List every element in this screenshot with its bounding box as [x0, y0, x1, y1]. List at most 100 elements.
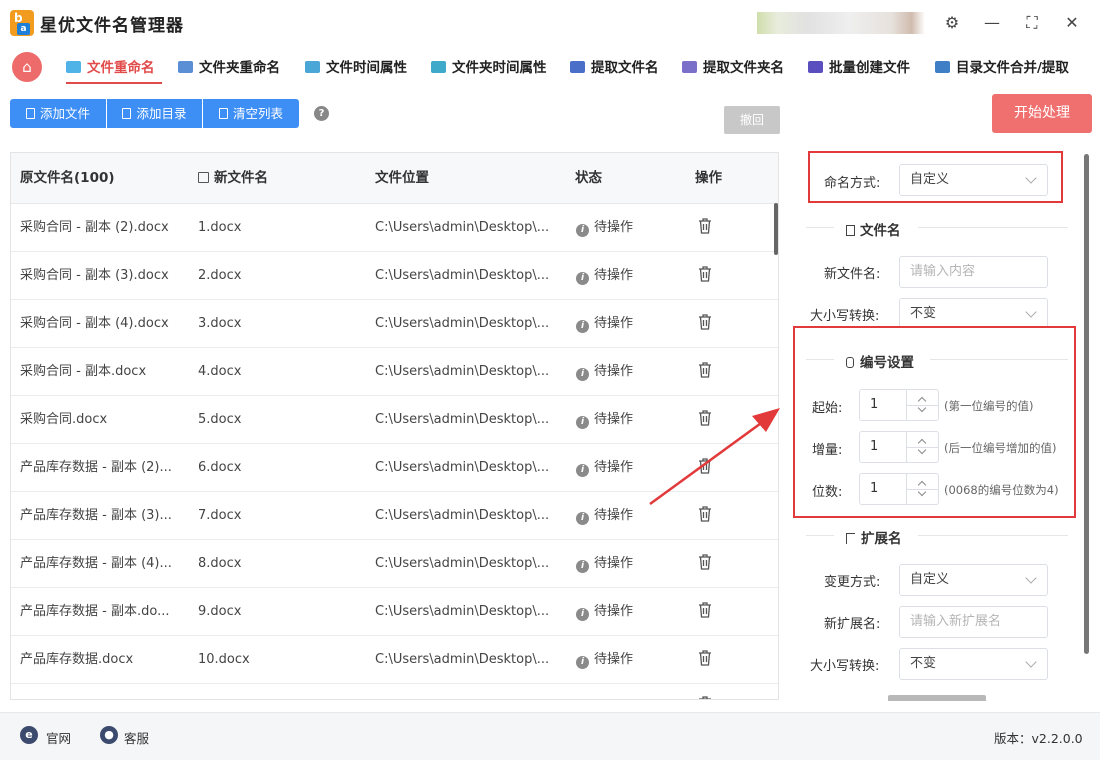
- settings-icon[interactable]: ⚙: [940, 12, 964, 34]
- change-mode-select[interactable]: 自定义: [899, 564, 1048, 596]
- trash-icon[interactable]: [698, 314, 712, 330]
- file-time-icon: [305, 61, 320, 73]
- add-directory-label: 添加目录: [136, 106, 187, 121]
- file-icon: [122, 108, 132, 119]
- tab-label: 文件夹重命名: [199, 60, 280, 76]
- new-filename-input[interactable]: 请输入内容: [899, 256, 1048, 288]
- annotation-arrow-icon: [649, 408, 780, 506]
- tab-folder-time[interactable]: 文件夹时间属性: [431, 56, 547, 76]
- chat-icon[interactable]: ●: [100, 726, 118, 744]
- minimize-icon[interactable]: —: [980, 12, 1004, 34]
- numbering-section-label: 编号设置: [860, 355, 914, 371]
- increment-stepper[interactable]: 1: [859, 431, 939, 463]
- tab-extract-foldername[interactable]: 提取文件夹名: [682, 56, 784, 76]
- table-row[interactable]: 采购合同 - 副本 (4).docx 3.docx C:\Users\admin\D…: [11, 300, 778, 348]
- tab-label: 目录文件合并/提取: [956, 60, 1069, 76]
- status-cell: i 待操作: [576, 204, 676, 252]
- home-button[interactable]: ⌂: [12, 52, 42, 82]
- filename-section-label: 文件名: [860, 223, 901, 239]
- original-name-cell: 采购合同 - 副本 (4).docx: [20, 316, 169, 331]
- col-new-name[interactable]: 新文件名: [198, 153, 268, 204]
- panel-scrollbar[interactable]: [1084, 154, 1089, 654]
- increment-hint: (后一位编号增加的值): [944, 441, 1057, 455]
- tab-file-time[interactable]: 文件时间属性: [305, 56, 407, 76]
- info-icon: i: [576, 512, 589, 525]
- undo-button[interactable]: 撤回: [724, 106, 780, 134]
- stepper-buttons[interactable]: [906, 474, 939, 504]
- info-icon: i: [576, 608, 589, 621]
- digits-stepper[interactable]: 1: [859, 473, 939, 505]
- trash-icon[interactable]: [698, 266, 712, 282]
- add-directory-button[interactable]: 添加目录: [107, 99, 202, 128]
- new-name-cell: 3.docx: [198, 316, 242, 331]
- info-icon: i: [576, 368, 589, 381]
- ext-case-conversion-select[interactable]: 不变: [899, 648, 1048, 680]
- col-status[interactable]: 状态: [575, 153, 602, 204]
- table-row[interactable]: 产品库存数据 - 副本.do... 9.docx C:\Users\admin\De…: [11, 588, 778, 636]
- location-cell: C:\Users\admin\Desktop\...: [375, 316, 550, 331]
- tab-merge-extract[interactable]: 目录文件合并/提取: [935, 56, 1069, 76]
- table-row[interactable]: 采购合同 - 副本 (2).docx 1.docx C:\Users\admin\D…: [11, 204, 778, 252]
- status-text: 待操作: [594, 604, 634, 619]
- col-action[interactable]: 操作: [695, 153, 722, 204]
- clear-list-button[interactable]: 清空列表: [203, 99, 299, 128]
- close-icon[interactable]: ✕: [1060, 12, 1084, 34]
- status-text: 待操作: [594, 556, 634, 571]
- clear-list-label: 清空列表: [232, 106, 283, 121]
- location-cell: C:\Users\admin\Desktop\...: [375, 508, 550, 523]
- new-extension-input[interactable]: 请输入新扩展名: [899, 606, 1048, 638]
- status-cell: i 待操作: [576, 252, 676, 300]
- folder-rename-icon: [178, 61, 193, 73]
- table-row[interactable]: 产品库存数据.docx 10.docx C:\Users\admin\Desktop…: [11, 636, 778, 684]
- partial-button[interactable]: [888, 695, 986, 701]
- app-title: 星优文件名管理器: [40, 16, 184, 36]
- table-row-partial: [11, 684, 778, 699]
- original-name-cell: 产品库存数据 - 副本.do...: [20, 604, 170, 619]
- trash-icon[interactable]: [698, 218, 712, 234]
- help-icon[interactable]: ?: [314, 106, 329, 121]
- new-extension-label: 新扩展名:: [824, 617, 881, 632]
- col-original-name[interactable]: 原文件名(100): [20, 153, 115, 204]
- website-icon[interactable]: e: [20, 726, 38, 744]
- trash-icon[interactable]: [698, 650, 712, 666]
- merge-extract-icon: [935, 61, 950, 73]
- website-link[interactable]: 官网: [46, 728, 71, 747]
- digits-hint: (0068的编号位数为4): [944, 483, 1059, 497]
- original-name-cell: 采购合同 - 副本.docx: [20, 364, 147, 379]
- table-row[interactable]: 产品库存数据 - 副本 (4)... 8.docx C:\Users\admin\D…: [11, 540, 778, 588]
- start-processing-button[interactable]: 开始处理: [992, 94, 1092, 133]
- tab-batch-create[interactable]: 批量创建文件: [808, 56, 910, 76]
- support-link[interactable]: 客服: [124, 728, 149, 747]
- active-tab-indicator: [66, 82, 162, 84]
- trash-icon[interactable]: [698, 602, 712, 618]
- trash-icon[interactable]: [698, 362, 712, 378]
- case-conversion-select[interactable]: 不变: [899, 298, 1048, 328]
- naming-mode-select[interactable]: 自定义: [899, 164, 1048, 196]
- status-text: 待操作: [594, 316, 634, 331]
- location-cell: C:\Users\admin\Desktop\...: [375, 364, 550, 379]
- chevron-down-icon: [1025, 306, 1037, 318]
- new-name-cell: 4.docx: [198, 364, 242, 379]
- table-scrollbar[interactable]: [774, 203, 778, 255]
- info-icon: i: [576, 464, 589, 477]
- tab-label: 文件夹时间属性: [452, 60, 547, 76]
- location-cell: C:\Users\admin\Desktop\...: [375, 220, 550, 235]
- tab-file-rename[interactable]: 文件重命名: [66, 56, 155, 76]
- start-number-stepper[interactable]: 1: [859, 389, 939, 421]
- col-location[interactable]: 文件位置: [375, 153, 429, 204]
- flag-icon: [846, 533, 855, 544]
- stepper-buttons[interactable]: [906, 390, 939, 420]
- table-row[interactable]: 采购合同 - 副本 (3).docx 2.docx C:\Users\admin\D…: [11, 252, 778, 300]
- maximize-icon[interactable]: ⛶: [1020, 12, 1044, 34]
- batch-create-icon: [808, 61, 823, 73]
- tab-folder-rename[interactable]: 文件夹重命名: [178, 56, 280, 76]
- info-icon: i: [576, 416, 589, 429]
- trash-icon[interactable]: [698, 554, 712, 570]
- extension-section-title: 扩展名: [846, 527, 902, 547]
- increment-value: 1: [870, 439, 879, 454]
- user-avatar-blurred[interactable]: [757, 12, 925, 34]
- table-row[interactable]: 采购合同 - 副本.docx 4.docx C:\Users\admin\Deskt…: [11, 348, 778, 396]
- tab-extract-filename[interactable]: 提取文件名: [570, 56, 659, 76]
- stepper-buttons[interactable]: [906, 432, 939, 462]
- add-file-button[interactable]: 添加文件: [10, 99, 106, 128]
